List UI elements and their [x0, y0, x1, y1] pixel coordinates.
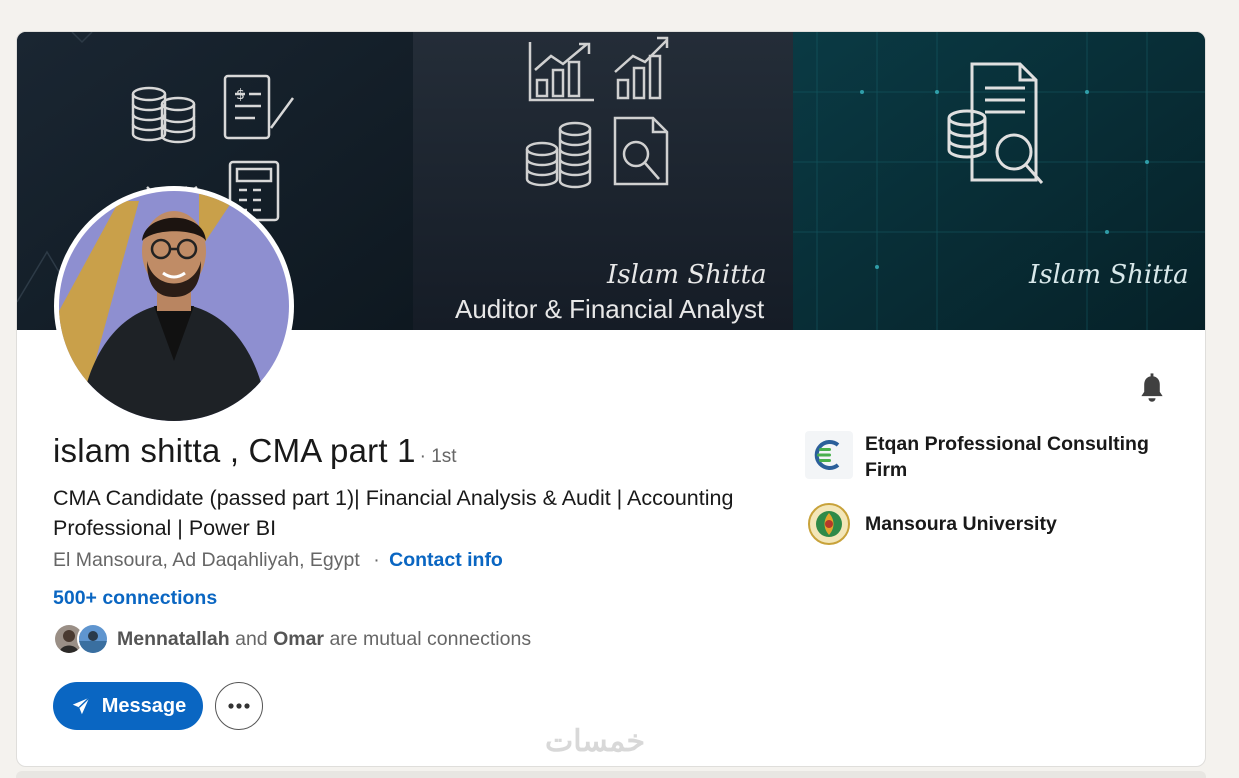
mutual-connections[interactable]: Mennatallah and Omar are mutual connecti… [53, 623, 531, 655]
org-mansoura[interactable]: Mansoura University [805, 500, 1165, 548]
banner-signature-center: Islam Shitta [607, 260, 767, 290]
ellipsis-icon [228, 703, 250, 709]
mutual-avatar-2 [77, 623, 109, 655]
mutual-suffix: are mutual connections [329, 627, 532, 650]
mutual-name-2: Omar [273, 627, 325, 650]
name-line: islam shitta , CMA part 1 · 1st [53, 432, 457, 470]
mutual-text: Mennatallah and Omar are mutual connecti… [117, 628, 531, 651]
profile-card: $ Islam Shitta Auditor & Financial Analy… [16, 31, 1206, 767]
banner-tagline: Auditor & Financial Analyst [455, 294, 765, 324]
svg-text:$: $ [236, 87, 245, 103]
location-separator: · [373, 549, 380, 571]
connection-degree: · 1st [419, 446, 457, 467]
bell-icon[interactable] [1135, 372, 1169, 406]
profile-headline: CMA Candidate (passed part 1)| Financial… [53, 486, 734, 540]
mutual-and: and [235, 627, 268, 650]
location-line: El Mansoura, Ad Daqahliyah, Egypt · Cont… [53, 549, 503, 572]
more-actions-button[interactable] [215, 682, 263, 730]
contact-info-link[interactable]: Contact info [389, 549, 503, 571]
profile-name: islam shitta , CMA part 1 [53, 432, 416, 469]
next-card-edge [16, 771, 1206, 778]
message-button[interactable]: Message [53, 682, 203, 730]
watermark: خمسات [545, 725, 646, 758]
banner-signature-right: Islam Shitta [1029, 260, 1189, 290]
send-icon [72, 697, 90, 715]
profile-photo-frame[interactable] [54, 186, 294, 426]
mansoura-university-seal-icon [805, 500, 853, 548]
profile-photo [59, 191, 289, 421]
org-name-etqan: Etqan Professional Consulting Firm [865, 433, 1149, 481]
org-etqan[interactable]: Etqan Professional Consulting Firm [805, 431, 1165, 483]
org-name-mansoura: Mansoura University [865, 513, 1057, 535]
mutual-name-1: Mennatallah [117, 627, 230, 650]
message-button-label: Message [101, 694, 187, 717]
etqan-logo-icon [805, 431, 853, 479]
profile-location: El Mansoura, Ad Daqahliyah, Egypt [53, 549, 360, 571]
connections-link[interactable]: 500+ connections [53, 587, 217, 610]
